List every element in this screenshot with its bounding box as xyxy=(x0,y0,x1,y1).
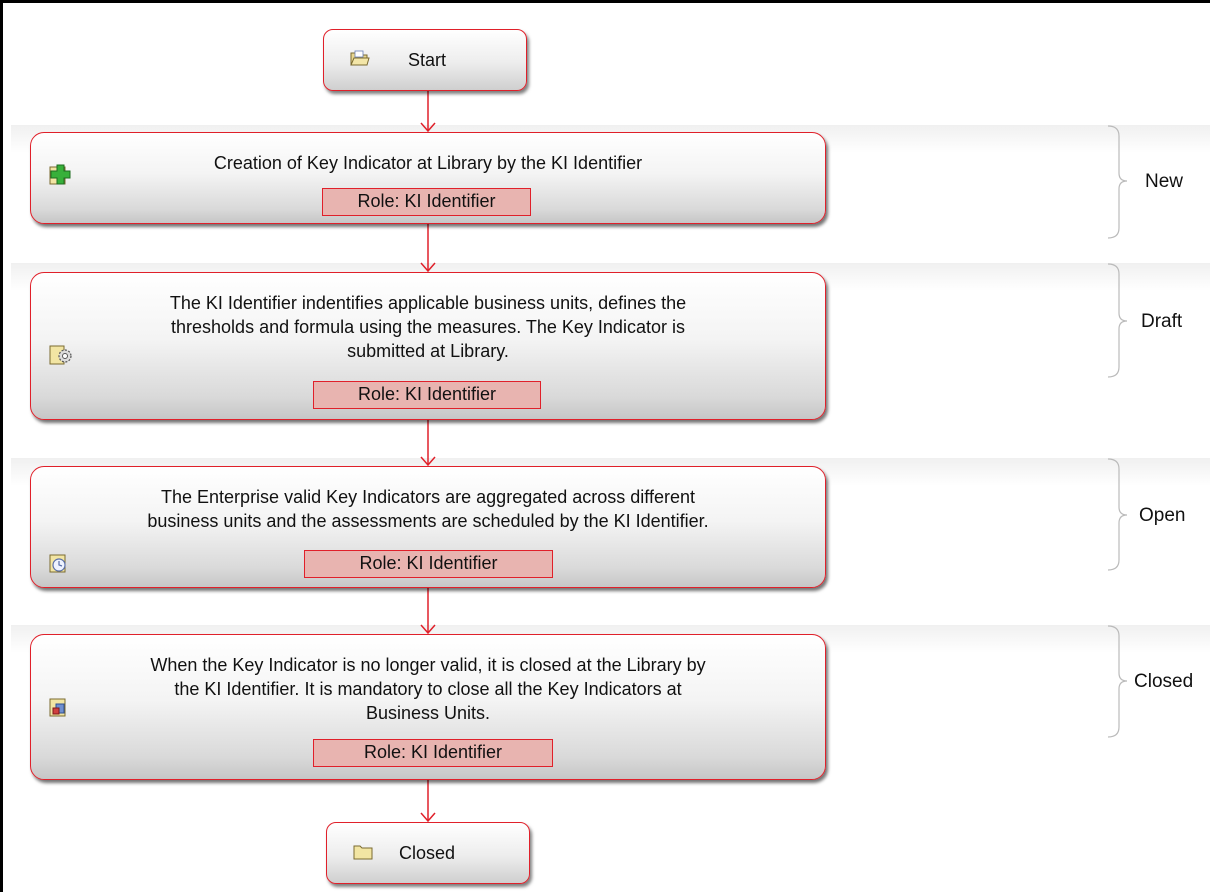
step-text-line: thresholds and formula using the measure… xyxy=(171,317,685,337)
step-text-line: business units and the assessments are s… xyxy=(147,511,709,531)
stage-label-draft: Draft xyxy=(1141,311,1183,332)
step-text-line: The Enterprise valid Key Indicators are … xyxy=(161,487,695,507)
role-label: Role: KI Identifier xyxy=(322,188,531,216)
folder-open-icon xyxy=(350,50,370,73)
folder-icon xyxy=(353,844,373,865)
stage-label-closed: Closed xyxy=(1134,671,1194,692)
step-text-line: Creation of Key Indicator at Library by … xyxy=(213,153,643,173)
workflow-diagram: Start Creation of Key Indicator at Libra… xyxy=(0,0,1210,892)
start-node[interactable]: Start xyxy=(323,29,527,91)
closed-node[interactable]: Closed xyxy=(326,822,530,884)
step-text-line: Business Units. xyxy=(365,703,491,723)
step-text-line: The KI Identifier indentifies applicable… xyxy=(169,293,687,313)
role-label: Role: KI Identifier xyxy=(304,550,553,578)
step-text-line: submitted at Library. xyxy=(347,341,509,361)
stage-label-new: New xyxy=(1145,171,1184,192)
start-label: Start xyxy=(408,50,447,70)
step-new[interactable]: Creation of Key Indicator at Library by … xyxy=(30,132,826,224)
step-draft[interactable]: The KI Identifier indentifies applicable… xyxy=(30,272,826,420)
role-label: Role: KI Identifier xyxy=(313,739,553,767)
step-text-line: When the Key Indicator is no longer vali… xyxy=(150,655,706,675)
step-open[interactable]: The Enterprise valid Key Indicators are … xyxy=(30,466,826,588)
stage-label-open: Open xyxy=(1139,505,1186,526)
step-closed[interactable]: When the Key Indicator is no longer vali… xyxy=(30,634,826,780)
clock-document-icon xyxy=(48,553,70,580)
step-text-line: the KI Identifier. It is mandatory to cl… xyxy=(174,679,682,699)
role-label: Role: KI Identifier xyxy=(313,381,541,409)
closed-label: Closed xyxy=(399,843,456,863)
